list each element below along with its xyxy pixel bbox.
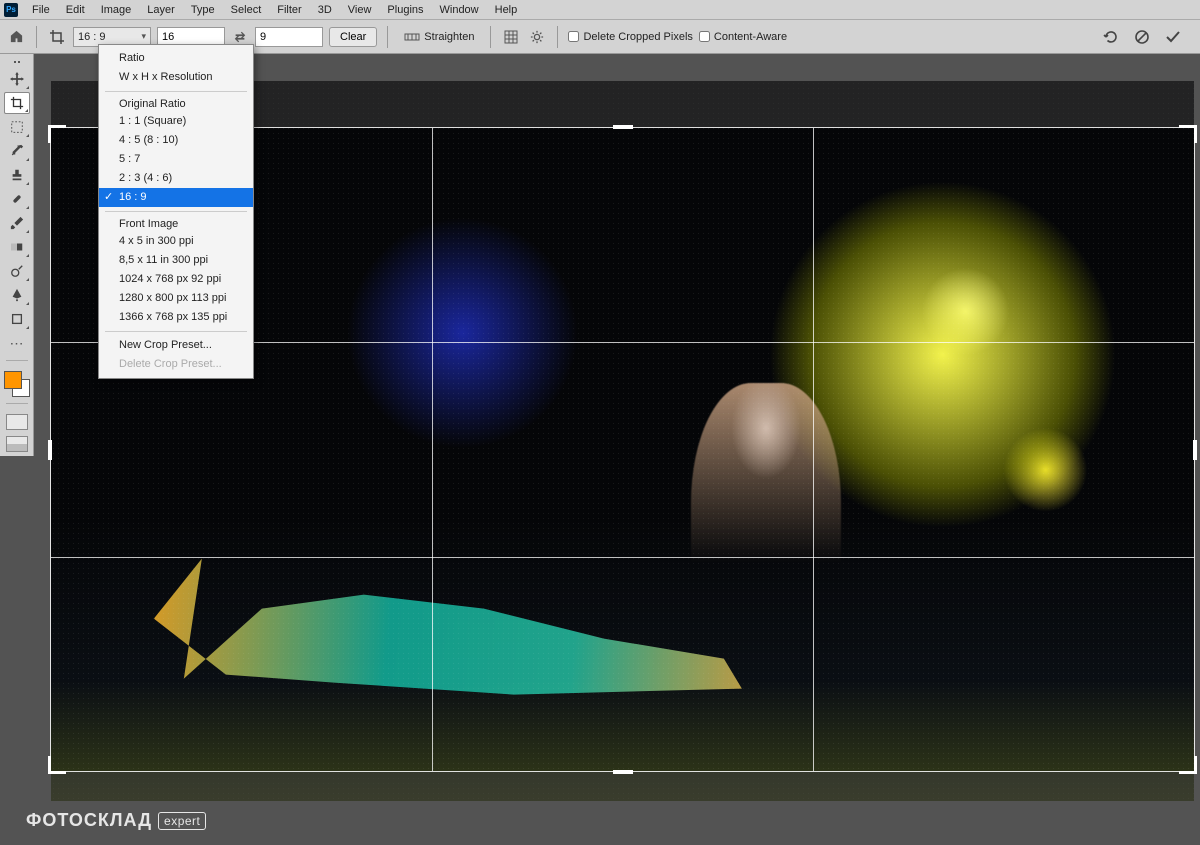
- content-aware-checkbox[interactable]: Content-Aware: [699, 31, 787, 43]
- dd-front-image[interactable]: Front Image: [99, 216, 253, 232]
- shape-tool[interactable]: [4, 308, 30, 330]
- menu-edit[interactable]: Edit: [58, 2, 93, 18]
- marquee-tool[interactable]: [4, 116, 30, 138]
- pen-tool[interactable]: [4, 284, 30, 306]
- ratio-preset-value: 16 : 9: [78, 31, 106, 43]
- delete-cropped-checkbox[interactable]: Delete Cropped Pixels: [568, 31, 692, 43]
- commit-crop-icon[interactable]: [1164, 29, 1182, 45]
- gradient-tool[interactable]: [4, 236, 30, 258]
- dd-8x11in[interactable]: 8,5 x 11 in 300 ppi: [99, 251, 253, 270]
- dd-separator: [105, 211, 247, 212]
- dd-2-3[interactable]: 2 : 3 (4 : 6): [99, 169, 253, 188]
- swap-dimensions-icon[interactable]: [231, 28, 249, 46]
- menu-view[interactable]: View: [340, 2, 380, 18]
- straighten-button[interactable]: Straighten: [398, 27, 480, 47]
- watermark-brand: ФОТОСКЛАД: [26, 810, 152, 831]
- dd-1-1[interactable]: 1 : 1 (Square): [99, 112, 253, 131]
- menu-plugins[interactable]: Plugins: [379, 2, 431, 18]
- sidebar-grip[interactable]: [14, 61, 20, 63]
- crop-tool[interactable]: [4, 92, 30, 114]
- divider: [490, 26, 491, 48]
- app-icon: Ps: [4, 3, 18, 17]
- dd-new-preset[interactable]: New Crop Preset...: [99, 336, 253, 355]
- dd-separator: [105, 91, 247, 92]
- separator: [6, 360, 28, 361]
- tool-sidebar: ⋯: [0, 54, 34, 456]
- screenmode-toggle[interactable]: [6, 436, 28, 452]
- menu-3d[interactable]: 3D: [310, 2, 340, 18]
- crop-tool-icon[interactable]: [47, 27, 67, 47]
- dd-4-5[interactable]: 4 : 5 (8 : 10): [99, 131, 253, 150]
- quickmask-toggle[interactable]: [6, 414, 28, 430]
- watermark-tag: expert: [158, 812, 206, 830]
- healing-tool[interactable]: [4, 188, 30, 210]
- dd-wxh[interactable]: W x H x Resolution: [99, 68, 253, 87]
- watermark: ФОТОСКЛАД expert: [26, 810, 206, 831]
- eyedropper-tool[interactable]: [4, 140, 30, 162]
- menu-file[interactable]: File: [24, 2, 58, 18]
- foreground-color-swatch[interactable]: [4, 371, 22, 389]
- menu-layer[interactable]: Layer: [139, 2, 183, 18]
- dodge-tool[interactable]: [4, 260, 30, 282]
- cancel-crop-icon[interactable]: [1134, 29, 1150, 45]
- menu-filter[interactable]: Filter: [269, 2, 309, 18]
- delete-cropped-input[interactable]: [568, 31, 579, 42]
- menu-type[interactable]: Type: [183, 2, 223, 18]
- dd-1024x768[interactable]: 1024 x 768 px 92 ppi: [99, 270, 253, 289]
- dd-4x5in[interactable]: 4 x 5 in 300 ppi: [99, 232, 253, 251]
- dd-16-9[interactable]: 16 : 9: [99, 188, 253, 207]
- straighten-label: Straighten: [424, 31, 474, 43]
- ratio-dropdown: Ratio W x H x Resolution Original Ratio …: [98, 44, 254, 379]
- crop-settings-icon[interactable]: [527, 27, 547, 47]
- divider: [36, 26, 37, 48]
- color-swatches[interactable]: [4, 371, 30, 397]
- content-aware-input[interactable]: [699, 31, 710, 42]
- stamp-tool[interactable]: [4, 164, 30, 186]
- straighten-icon: [404, 31, 420, 43]
- move-tool[interactable]: [4, 68, 30, 90]
- crop-height-input[interactable]: [255, 27, 323, 47]
- home-icon[interactable]: [6, 27, 26, 47]
- delete-cropped-label: Delete Cropped Pixels: [583, 31, 692, 43]
- overlay-grid-icon[interactable]: [501, 27, 521, 47]
- menu-bar: Ps File Edit Image Layer Type Select Fil…: [0, 0, 1200, 20]
- menu-select[interactable]: Select: [223, 2, 270, 18]
- menu-window[interactable]: Window: [432, 2, 487, 18]
- dd-1280x800[interactable]: 1280 x 800 px 113 ppi: [99, 289, 253, 308]
- menu-image[interactable]: Image: [93, 2, 140, 18]
- dd-delete-preset: Delete Crop Preset...: [99, 355, 253, 374]
- content-aware-label: Content-Aware: [714, 31, 787, 43]
- reset-crop-icon[interactable]: [1102, 29, 1120, 45]
- divider: [557, 26, 558, 48]
- brush-tool[interactable]: [4, 212, 30, 234]
- dd-1366x768[interactable]: 1366 x 768 px 135 ppi: [99, 308, 253, 327]
- menu-help[interactable]: Help: [487, 2, 526, 18]
- dd-ratio[interactable]: Ratio: [99, 49, 253, 68]
- dd-original-ratio[interactable]: Original Ratio: [99, 96, 253, 112]
- separator: [6, 403, 28, 404]
- clear-button[interactable]: Clear: [329, 27, 377, 47]
- crop-dim-bottom: [51, 771, 1194, 801]
- dd-separator: [105, 331, 247, 332]
- dd-5-7[interactable]: 5 : 7: [99, 150, 253, 169]
- more-tools[interactable]: ⋯: [4, 332, 30, 354]
- divider: [387, 26, 388, 48]
